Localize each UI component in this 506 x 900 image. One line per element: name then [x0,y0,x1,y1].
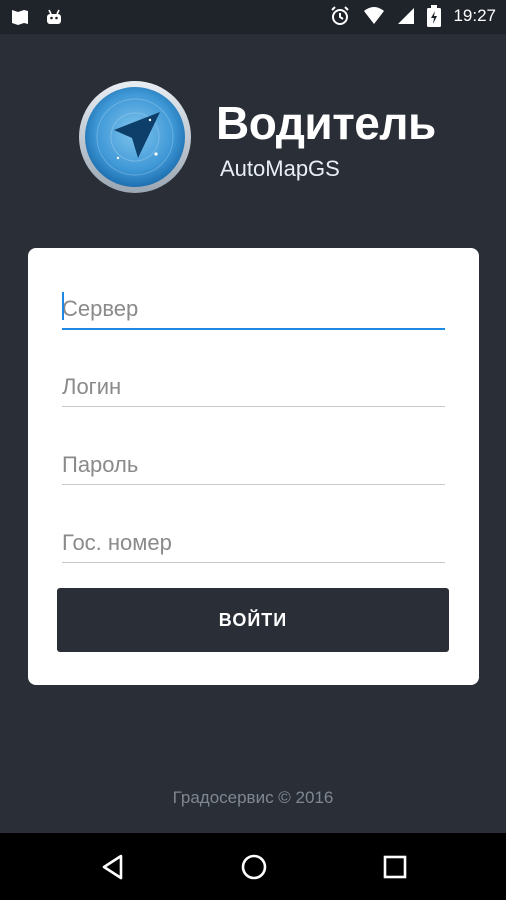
alarm-icon [329,5,351,27]
image-icon [10,7,30,27]
text-cursor [62,292,64,320]
home-icon[interactable] [239,852,269,882]
clock-time: 19:27 [453,6,496,25]
plate-field-wrapper [62,512,445,563]
password-field-wrapper [62,434,445,485]
navigation-bar [0,833,506,900]
app-subtitle: AutoMapGS [220,156,340,181]
login-button[interactable]: ВОЙТИ [57,588,449,652]
plate-number-input[interactable] [62,512,445,562]
server-field-wrapper [62,278,445,330]
recents-icon[interactable] [380,852,410,882]
wifi-icon [363,6,385,26]
login-card: ВОЙТИ [28,248,479,685]
battery-icon [427,5,442,27]
login-input[interactable] [62,356,445,406]
app-title: Водитель [216,97,436,149]
brand-header: Водитель AutoMapGS [78,80,438,200]
signal-icon [397,6,415,26]
copyright-text: Градосервис © 2016 [172,788,334,807]
back-icon[interactable] [98,852,128,882]
android-icon [44,8,64,26]
password-input[interactable] [62,434,445,484]
server-input[interactable] [62,278,445,328]
app-logo-icon [78,80,192,194]
login-field-wrapper [62,356,445,407]
status-bar: 19:27 [0,0,506,34]
